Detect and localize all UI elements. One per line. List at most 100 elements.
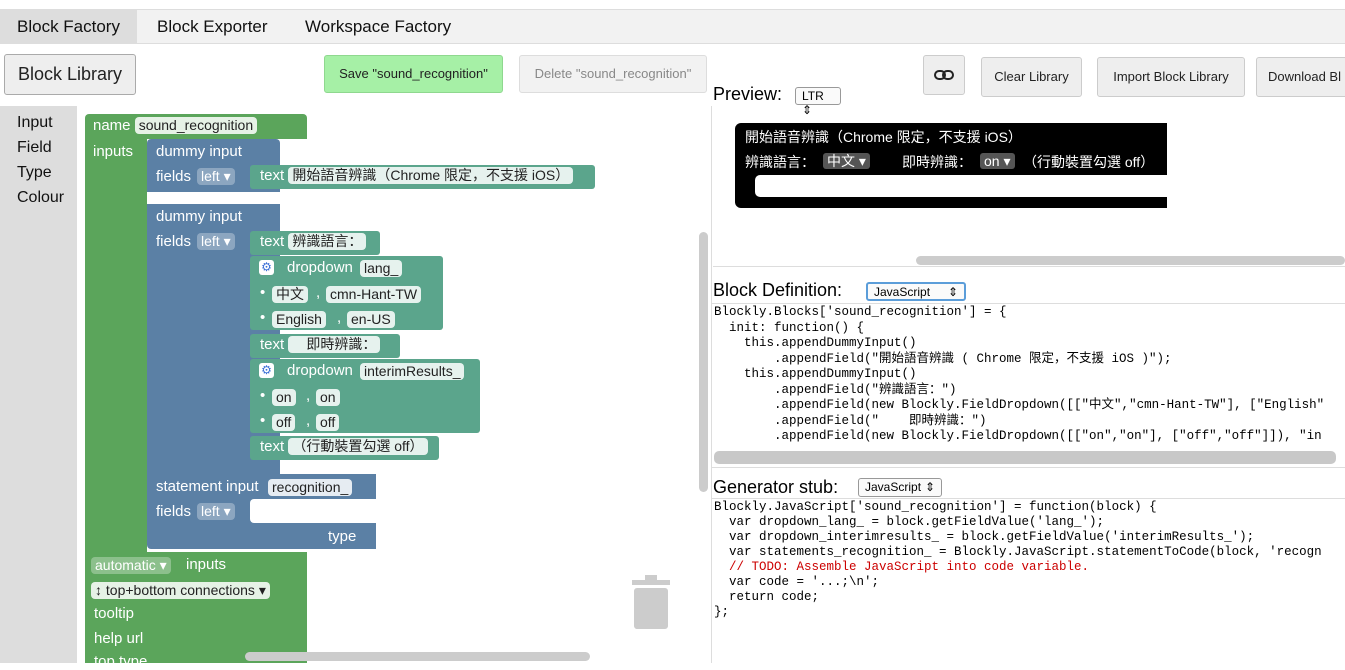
dropdown-name-field[interactable]: lang_ <box>360 260 403 277</box>
statement-input-label: statement input <box>156 478 259 495</box>
code-line: Blockly.Blocks['sound_recognition'] = { <box>714 305 1007 319</box>
fields-label: fields <box>156 168 192 185</box>
definition-code-text: Blockly.Blocks['sound_recognition'] = { … <box>714 305 1324 445</box>
option-value[interactable]: on <box>316 389 340 406</box>
block-workspace[interactable]: name sound_recognition inputs dummy inpu… <box>78 106 710 670</box>
text-value[interactable]: （行動裝置勾選 off） <box>288 438 428 455</box>
text-value[interactable]: 開始語音辨識（Chrome 限定，不支援 iOS） <box>288 167 574 184</box>
preview-lang-dropdown[interactable]: 中文 ▾ <box>823 153 870 169</box>
gear-icon[interactable]: ⚙ <box>259 363 274 378</box>
trash-icon[interactable] <box>630 574 672 630</box>
preview-area: 開始語音辨識（Chrome 限定，不支援 iOS） 辨識語言： 中文 ▾ 即時辨… <box>713 108 1345 267</box>
fields-label: fields <box>156 233 192 250</box>
direction-select[interactable]: LTR ⇕ <box>795 87 841 117</box>
option-display[interactable]: 中文 <box>272 286 308 303</box>
bullet: • <box>260 387 266 404</box>
tab-block-exporter[interactable]: Block Exporter <box>140 10 285 43</box>
delete-button[interactable]: Delete "sound_recognition" <box>519 55 707 93</box>
preview-label2: 辨識語言： <box>745 154 815 170</box>
help-url-label: help url <box>94 630 144 647</box>
code-line: var code = '...;\n'; <box>714 575 880 589</box>
text-label: text <box>260 167 285 184</box>
gear-icon[interactable]: ⚙ <box>259 260 274 275</box>
preview-title: Preview: <box>713 84 783 104</box>
code-line: .appendField(" 即時辨識：") <box>714 413 987 428</box>
text-value[interactable]: 辨識語言： <box>288 233 367 250</box>
text-field-block-3[interactable]: text 即時辨識： <box>250 334 400 358</box>
text-value[interactable]: 即時辨識： <box>288 336 381 353</box>
preview-statement-slot <box>755 175 1167 197</box>
toolbox-type[interactable]: Type <box>17 164 52 182</box>
download-button[interactable]: Download Bl <box>1256 57 1345 97</box>
workspace-vertical-scrollbar[interactable] <box>699 232 708 492</box>
option-value[interactable]: cmn-Hant-TW <box>326 286 422 303</box>
block-definition-title: Block Definition: <box>713 280 843 300</box>
code-line: init: function() { <box>714 320 865 335</box>
bullet: • <box>260 412 266 429</box>
dropdown-name-field[interactable]: interimResults_ <box>360 363 465 380</box>
bullet: • <box>260 284 266 301</box>
definition-format-select[interactable]: JavaScript ⇕ <box>866 282 966 301</box>
option-value[interactable]: off <box>316 414 340 431</box>
text-field-block-4[interactable]: text （行動裝置勾選 off） <box>250 436 439 460</box>
text-field-block-1[interactable]: text 開始語音辨識（Chrome 限定，不支援 iOS） <box>250 165 595 189</box>
factory-base-block[interactable]: name sound_recognition <box>85 114 307 139</box>
code-line: var dropdown_lang_ = block.getFieldValue… <box>714 515 1105 529</box>
align-dropdown[interactable]: left ▾ <box>197 168 235 185</box>
workspace-horizontal-scrollbar[interactable] <box>245 652 590 661</box>
dummy-input-label: dummy input <box>156 143 242 160</box>
code-line: Blockly.JavaScript['sound_recognition'] … <box>714 500 1157 514</box>
import-library-button[interactable]: Import Block Library <box>1097 57 1245 97</box>
option-display[interactable]: on <box>272 389 296 406</box>
code-line: // TODO: Assemble JavaScript into code v… <box>714 560 1090 574</box>
fields-label: fields <box>156 503 192 520</box>
preview-scrollbar[interactable] <box>916 256 1345 265</box>
toolbox: Input Field Type Colour <box>0 106 77 663</box>
dropdown-label: dropdown <box>287 362 353 379</box>
link-button[interactable] <box>923 55 965 95</box>
tab-workspace-factory[interactable]: Workspace Factory <box>288 10 468 43</box>
link-icon <box>934 70 954 80</box>
generator-code[interactable]: Blockly.JavaScript['sound_recognition'] … <box>712 498 1345 664</box>
statement-input-block[interactable]: statement input recognition_ fields left… <box>147 474 376 549</box>
toolbox-input[interactable]: Input <box>17 114 53 132</box>
tab-block-factory[interactable]: Block Factory <box>0 10 137 43</box>
block-name-field[interactable]: sound_recognition <box>134 117 258 134</box>
factory-options: automatic ▾ inputs ↕ top+bottom connecti… <box>85 552 307 670</box>
comma: , <box>316 284 321 301</box>
block-definition-code[interactable]: Blockly.Blocks['sound_recognition'] = { … <box>712 303 1345 468</box>
generator-code-text: Blockly.JavaScript['sound_recognition'] … <box>714 500 1322 620</box>
generator-format-select[interactable]: JavaScript ⇕ <box>858 478 942 497</box>
tooltip-label: tooltip <box>94 605 135 622</box>
option-display[interactable]: English <box>272 311 326 328</box>
option-value[interactable]: en-US <box>347 311 395 328</box>
toolbox-field[interactable]: Field <box>17 139 52 157</box>
text-field-block-2[interactable]: text 辨識語言： <box>250 231 380 255</box>
dropdown-field-block-2[interactable]: ⚙ dropdown interimResults_ • on , on • o… <box>250 359 480 433</box>
dropdown-field-block-1[interactable]: ⚙ dropdown lang_ • 中文 , cmn-Hant-TW • En… <box>250 256 443 330</box>
comma: , <box>337 309 342 326</box>
toolbox-colour[interactable]: Colour <box>17 189 64 207</box>
align-dropdown[interactable]: left ▾ <box>197 233 235 250</box>
block-library-button[interactable]: Block Library <box>4 54 136 95</box>
preview-line1: 開始語音辨識（Chrome 限定，不支援 iOS） <box>745 129 1022 145</box>
clear-library-button[interactable]: Clear Library <box>981 57 1082 97</box>
code-line: .appendField(new Blockly.FieldDropdown([… <box>714 429 1322 443</box>
code-line: this.appendDummyInput() <box>714 336 917 350</box>
preview-block[interactable]: 開始語音辨識（Chrome 限定，不支援 iOS） 辨識語言： 中文 ▾ 即時辨… <box>735 123 1167 208</box>
option-display[interactable]: off <box>272 414 296 431</box>
code-line: var statements_recognition_ = Blockly.Ja… <box>714 545 1322 559</box>
align-dropdown[interactable]: left ▾ <box>197 503 235 520</box>
inputs-label: inputs <box>93 143 134 160</box>
preview-interim-dropdown[interactable]: on ▾ <box>980 153 1015 169</box>
definition-scrollbar[interactable] <box>714 451 1336 464</box>
tab-bar: Block Factory Block Exporter Workspace F… <box>0 9 1345 44</box>
statement-name-field[interactable]: recognition_ <box>268 479 353 496</box>
name-label: name <box>93 117 131 134</box>
code-line: .appendField("辨識語言：") <box>714 382 957 397</box>
inputs-inline-dropdown[interactable]: automatic ▾ <box>91 557 171 574</box>
code-line: .appendField("開始語音辨識 ( Chrome 限定，不支援 iOS… <box>714 351 1172 366</box>
save-button[interactable]: Save "sound_recognition" <box>324 55 503 93</box>
preview-label4: （行動裝置勾選 off） <box>1023 154 1155 170</box>
connections-dropdown[interactable]: ↕ top+bottom connections ▾ <box>91 582 270 599</box>
